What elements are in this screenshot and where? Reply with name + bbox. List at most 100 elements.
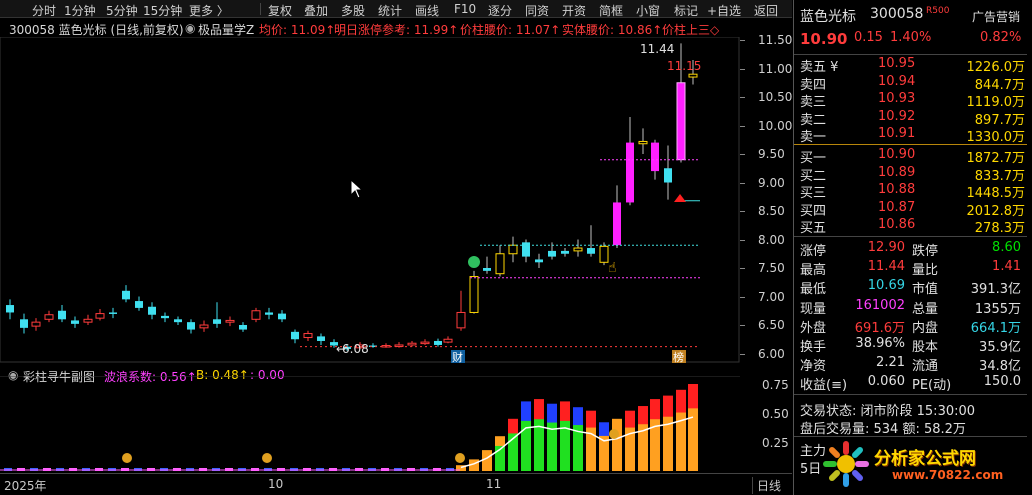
avg-price-value: 均价: 11.09↑ (259, 23, 336, 37)
stat-label: 现量 (800, 301, 827, 317)
ask-row[interactable]: 卖四 10.94 844.7万 (794, 74, 1027, 93)
sub-axis: 0.75 0.50 0.25 (740, 376, 792, 472)
toolbar-divider (260, 3, 261, 15)
limit-up-ref-value: 明日涨停参考: 11.99↑ (334, 23, 459, 37)
period-toolbar: 分时 1分钟 5分钟 15分钟 更多 〉 复权 叠加 多股 统计 画线 F10 … (0, 0, 792, 18)
stock-name: 蓝色光标 (800, 9, 856, 25)
stat-label: 最低 (800, 282, 827, 298)
order-price: 10.86 (878, 217, 916, 232)
price-tick-label: 6.00 (758, 346, 785, 361)
tab-intraday[interactable]: 分时 (32, 2, 56, 19)
mouse-cursor-icon (350, 178, 364, 199)
ask-row[interactable]: 卖二 10.92 897.7万 (794, 109, 1027, 128)
order-level-label: 卖五 ¥ (800, 60, 839, 75)
price-change-pct: 1.40% (890, 30, 932, 45)
bid-row[interactable]: 买五 10.86 278.3万 (794, 217, 1027, 236)
small-window-button[interactable]: 小窗 (636, 2, 660, 19)
overlay-button[interactable]: 叠加 (304, 2, 328, 19)
price-tick-label: 8.50 (758, 204, 785, 218)
stat-label: 流通 (912, 359, 939, 375)
mark-button[interactable]: 标记 (674, 2, 698, 19)
tab-1min[interactable]: 1分钟 (64, 2, 96, 19)
stat-value: 8.60 (992, 240, 1021, 255)
candlestick-chart[interactable]: 11.4411.156.08←财 榜☝ (0, 37, 740, 363)
candle-body (522, 242, 530, 257)
draw-line-button[interactable]: 画线 (415, 2, 439, 19)
order-price: 10.89 (878, 164, 916, 180)
same-capital-button[interactable]: 同资 (525, 2, 549, 19)
add-watchlist-button[interactable]: +自选 (707, 2, 741, 19)
daily-period-label[interactable]: 日线 (752, 477, 781, 494)
order-volume: 844.7万 (974, 77, 1025, 93)
buy-signal-icon (468, 256, 480, 268)
candle-body (495, 253, 505, 275)
stat-label: 市值 (912, 282, 939, 298)
candle-body (109, 312, 117, 314)
left-arrow-icon: ← (336, 342, 346, 356)
ask-row[interactable]: 卖三 10.93 1119.0万 (794, 91, 1027, 110)
indicator-name[interactable]: 极品量学Z (198, 21, 254, 38)
ask-row[interactable]: 卖一 10.91 1330.0万 (794, 126, 1027, 145)
date-label-year: 2025年 (4, 479, 47, 493)
close-price-label: 11.15 (667, 59, 701, 73)
date-label-oct: 10 (268, 477, 284, 491)
ask-row[interactable]: 卖五 ¥ 10.95 1226.0万 (794, 56, 1027, 75)
stat-label: 股本 (912, 340, 939, 355)
stat-value: 161002 (855, 297, 905, 313)
price-tick-label: 10.50 (758, 90, 793, 104)
stat-value: 664.1万 (970, 320, 1021, 336)
color-bar-sub-chart[interactable] (0, 376, 740, 472)
price-tick-mark (740, 268, 745, 269)
candle-body (664, 168, 672, 183)
candle-body (688, 73, 698, 78)
candle-body (508, 244, 518, 255)
five-day-label: 5日 (800, 462, 822, 477)
multi-stock-button[interactable]: 多股 (341, 2, 365, 19)
stat-label: 外盘 (800, 320, 827, 336)
index-badge: R500 (926, 6, 950, 16)
price-tick-mark (740, 353, 745, 355)
f10-button[interactable]: F10 (454, 2, 476, 16)
industry-label[interactable]: 广告营销 (972, 8, 1020, 25)
stat-row: 最低 10.69 市值 391.3亿 (794, 278, 1027, 298)
order-price: 10.90 (878, 147, 916, 162)
price-tick-label: 7.50 (758, 261, 785, 275)
price-tick-label: 10.00 (758, 118, 793, 133)
tick-button[interactable]: 逐分 (488, 2, 512, 19)
candle-body (573, 247, 583, 252)
tab-more[interactable]: 更多 〉 (189, 2, 229, 19)
stat-label: 最高 (800, 263, 827, 279)
simple-frame-button[interactable]: 简框 (599, 2, 623, 19)
candle-body (613, 202, 621, 246)
price-tick-mark (740, 125, 745, 127)
order-level-label: 买五 (800, 221, 827, 236)
bid-row[interactable]: 买三 10.88 1448.5万 (794, 182, 1027, 201)
sub-tick-label: 0.75 (762, 378, 789, 392)
stat-row: 收益(≡) 0.060 PE(动) 150.0 (794, 374, 1027, 393)
stat-row: 外盘 691.6万 内盘 664.1万 (794, 317, 1027, 336)
candle-body (587, 248, 595, 254)
candle-body (420, 341, 430, 345)
date-axis: 2025年 10 11 日线 (0, 473, 792, 495)
order-volume: 1119.0万 (966, 95, 1026, 110)
tab-5min[interactable]: 5分钟 (106, 2, 138, 19)
candle-body (676, 82, 686, 161)
tab-15min[interactable]: 15分钟 (143, 2, 182, 19)
chevron-down-icon[interactable]: ◉ (185, 21, 195, 35)
stat-value: 1.41 (992, 259, 1021, 275)
restore-rights-button[interactable]: 复权 (268, 2, 292, 19)
price-tick-label: 6.50 (758, 318, 785, 332)
divider (794, 54, 1027, 55)
statistics-button[interactable]: 统计 (378, 2, 402, 19)
order-level-label: 买二 (800, 168, 827, 184)
back-button[interactable]: 返回 (754, 2, 778, 19)
divider (794, 436, 1027, 437)
tag-finance-text: 财 (452, 350, 463, 363)
open-capital-button[interactable]: 开资 (562, 2, 586, 19)
sell-signal-icon (674, 194, 686, 202)
order-price: 10.91 (878, 126, 916, 141)
bid-row[interactable]: 买四 10.87 2012.8万 (794, 200, 1027, 219)
bid-row[interactable]: 买一 10.90 1872.7万 (794, 147, 1027, 166)
bid-row[interactable]: 买二 10.89 833.7万 (794, 164, 1027, 184)
stat-row: 现量 161002 总量 1355万 (794, 297, 1027, 317)
